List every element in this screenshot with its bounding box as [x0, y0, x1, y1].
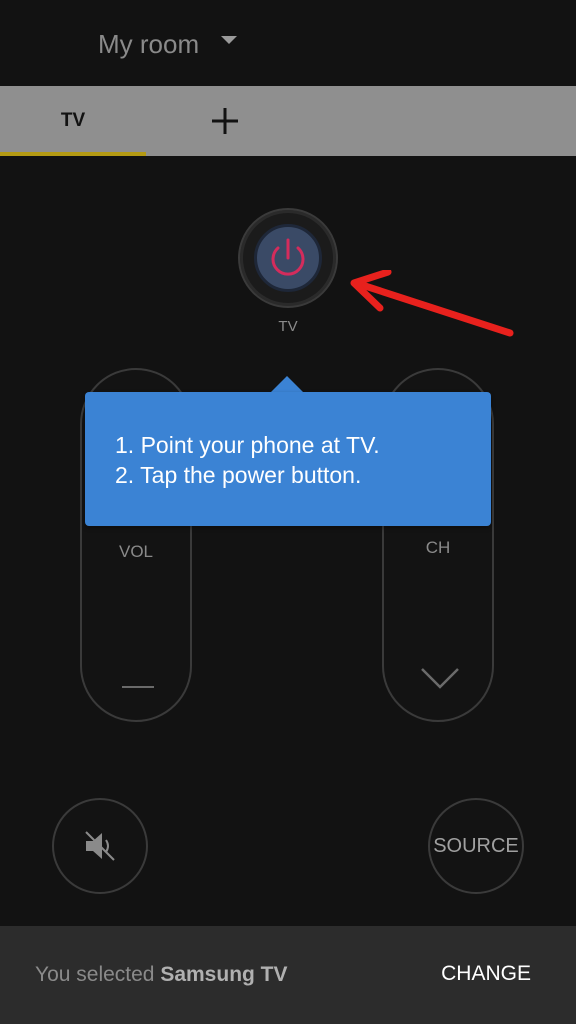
tab-tv-label: TV	[60, 110, 86, 131]
active-tab-indicator	[0, 152, 146, 156]
power-button-label: TV	[278, 318, 298, 335]
power-button-face	[254, 224, 322, 292]
power-button[interactable]	[238, 208, 338, 308]
dropdown-caret-icon	[221, 36, 238, 44]
power-icon	[271, 238, 305, 276]
plus-icon	[212, 108, 238, 134]
chevron-down-icon	[421, 668, 459, 689]
tooltip-pointer	[270, 376, 304, 393]
mute-icon	[85, 831, 115, 861]
mute-button[interactable]	[52, 798, 148, 894]
header: My room	[0, 0, 576, 86]
room-name: My room	[98, 28, 200, 59]
tab-tv[interactable]: TV	[0, 86, 146, 156]
tooltip-step-1: 1. Point your phone at TV.	[115, 432, 380, 458]
change-device-button[interactable]: CHANGE	[441, 962, 531, 986]
tooltip-step-2: 2. Tap the power button.	[115, 462, 362, 488]
channel-down-button[interactable]	[384, 545, 492, 720]
room-selector[interactable]: My room	[98, 22, 238, 66]
bottom-bar: You selected Samsung TV CHANGE	[0, 926, 576, 1024]
source-button-label: SOURCE	[433, 834, 519, 857]
selected-device-name: Samsung TV	[160, 963, 288, 986]
volume-down-button[interactable]	[82, 545, 190, 720]
red-arrow-icon	[350, 270, 514, 337]
selected-prefix: You selected	[35, 963, 161, 986]
selected-device-text: You selected Samsung TV	[35, 963, 288, 987]
instruction-tooltip: 1. Point your phone at TV. 2. Tap the po…	[85, 392, 491, 526]
add-device-button[interactable]	[206, 102, 244, 140]
source-button[interactable]: SOURCE	[428, 798, 524, 894]
device-tab-bar: TV	[0, 86, 576, 156]
minus-icon	[122, 686, 154, 688]
tv-remote-app: My room TV TV VOL CH 1. Point your phone…	[0, 0, 576, 1024]
